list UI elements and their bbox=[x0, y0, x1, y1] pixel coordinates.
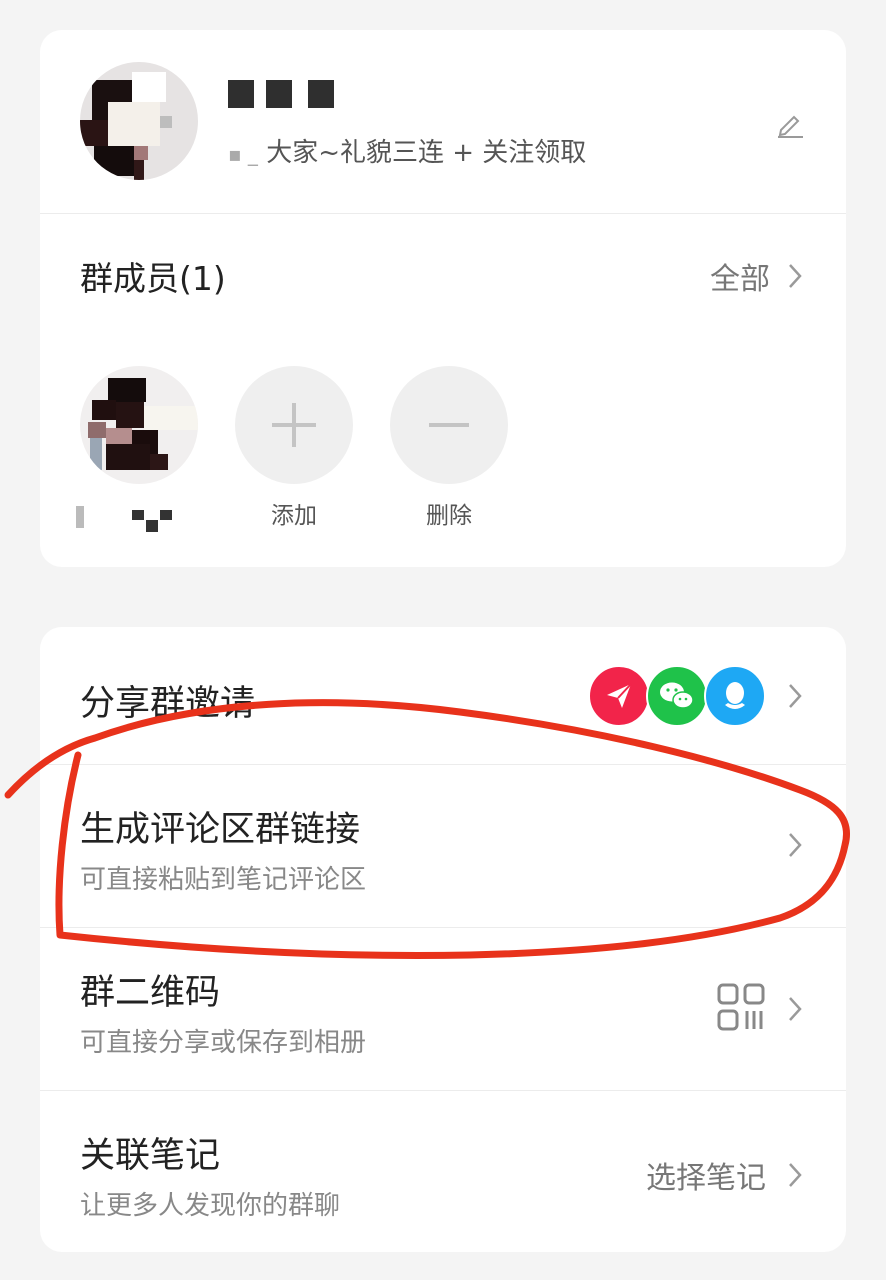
remove-member-button[interactable]: 删除 bbox=[390, 366, 508, 530]
qq-icon[interactable] bbox=[704, 665, 766, 727]
add-member-circle[interactable] bbox=[235, 366, 353, 484]
divider bbox=[40, 213, 846, 214]
chevron-right-icon bbox=[784, 1159, 806, 1191]
remove-member-circle[interactable] bbox=[390, 366, 508, 484]
comment-link-right bbox=[784, 829, 806, 861]
group-description: ▪ _ 大家~礼貌三连 + 关注领取 bbox=[228, 138, 587, 168]
chevron-right-icon bbox=[784, 260, 806, 292]
comment-link-row[interactable]: 生成评论区群链接 可直接粘贴到笔记评论区 bbox=[40, 765, 846, 927]
add-member-button[interactable]: 添加 bbox=[235, 366, 353, 530]
comment-link-title: 生成评论区群链接 bbox=[80, 810, 361, 850]
wechat-icon[interactable] bbox=[646, 665, 708, 727]
group-actions-card: 分享群邀请 生成评论区群链接 可直接粘贴到笔记评论区 群二维码 可直接分享或保存… bbox=[40, 627, 846, 1252]
chevron-right-icon bbox=[784, 680, 806, 712]
members-title: 群成员(1) bbox=[80, 259, 226, 298]
group-description-text: 大家~礼貌三连 + 关注领取 bbox=[266, 138, 587, 168]
qrcode-right bbox=[716, 982, 806, 1036]
linked-note-title: 关联笔记 bbox=[80, 1136, 221, 1176]
edit-icon[interactable] bbox=[773, 106, 807, 140]
qr-code-icon bbox=[716, 982, 766, 1036]
plus-icon bbox=[272, 403, 316, 447]
members-all-label: 全部 bbox=[710, 262, 770, 297]
chevron-right-icon bbox=[784, 993, 806, 1025]
linked-note-right[interactable]: 选择笔记 bbox=[646, 1153, 806, 1197]
linked-note-subtitle: 让更多人发现你的群聊 bbox=[80, 1191, 341, 1221]
member-avatar[interactable] bbox=[80, 366, 198, 484]
qrcode-row[interactable]: 群二维码 可直接分享或保存到相册 bbox=[40, 928, 846, 1090]
select-note-label: 选择笔记 bbox=[646, 1161, 766, 1196]
member-name-redacted bbox=[132, 510, 176, 534]
member-name-fragment bbox=[76, 506, 84, 528]
qrcode-title: 群二维码 bbox=[80, 973, 221, 1013]
share-invite-row[interactable]: 分享群邀请 bbox=[40, 627, 846, 764]
qrcode-subtitle: 可直接分享或保存到相册 bbox=[80, 1028, 367, 1058]
paper-plane-icon[interactable] bbox=[588, 665, 650, 727]
remove-member-label: 删除 bbox=[426, 503, 472, 529]
share-invite-right bbox=[588, 665, 806, 727]
chevron-right-icon bbox=[784, 829, 806, 861]
add-member-label: 添加 bbox=[271, 503, 317, 529]
linked-note-row[interactable]: 关联笔记 让更多人发现你的群聊 选择笔记 bbox=[40, 1091, 846, 1252]
share-invite-title: 分享群邀请 bbox=[80, 684, 256, 724]
share-icons bbox=[588, 665, 766, 727]
members-all-link[interactable]: 全部 bbox=[710, 254, 806, 298]
comment-link-subtitle: 可直接粘贴到笔记评论区 bbox=[80, 865, 367, 895]
group-avatar[interactable] bbox=[80, 62, 198, 180]
group-info-card: ▪ _ 大家~礼貌三连 + 关注领取 群成员(1) 全部 添加 删除 bbox=[40, 30, 846, 567]
minus-icon bbox=[429, 423, 469, 427]
